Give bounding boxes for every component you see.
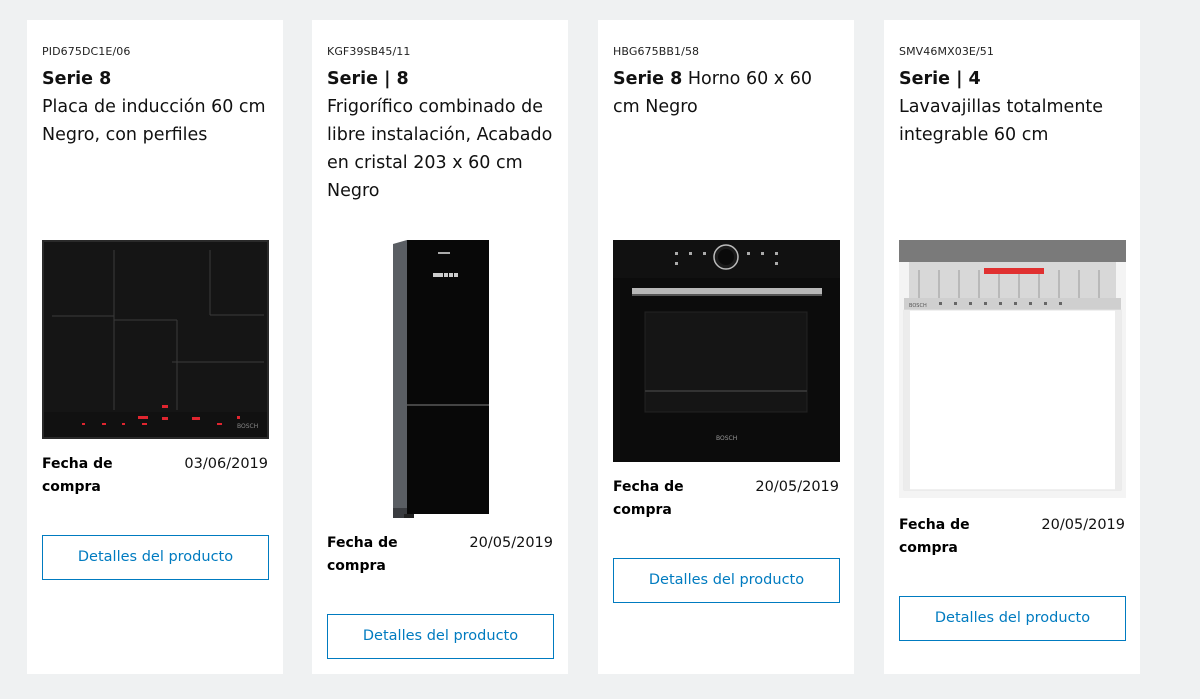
induction-hob-image: BOSCH <box>42 240 269 439</box>
product-title: Serie 8 Placa de inducción 60 cm Negro, … <box>42 65 272 149</box>
product-series: Serie | 4 <box>899 69 981 89</box>
product-title: Serie 8 Horno 60 x 60 cm Negro <box>613 65 843 121</box>
oven-image: BOSCH <box>613 240 840 462</box>
product-details-button[interactable]: Detalles del producto <box>327 614 554 659</box>
svg-text:BOSCH: BOSCH <box>237 423 258 430</box>
product-details-button[interactable]: Detalles del producto <box>613 558 840 603</box>
fridge-freezer-image <box>327 238 554 520</box>
product-sku: SMV46MX03E/51 <box>899 45 994 58</box>
product-card: KGF39SB45/11 Serie | 8 Frigorífico combi… <box>312 20 568 674</box>
product-title: Serie | 4 Lavavajillas totalmente integr… <box>899 65 1129 149</box>
svg-text:BOSCH: BOSCH <box>716 435 737 442</box>
purchase-date-label: Fecha de compra <box>42 456 113 495</box>
product-sku: PID675DC1E/06 <box>42 45 131 58</box>
product-card: SMV46MX03E/51 Serie | 4 Lavavajillas tot… <box>884 20 1140 674</box>
product-series: Serie 8 <box>613 69 683 89</box>
dishwasher-image: BOSCH <box>899 240 1126 498</box>
purchase-date-value: 20/05/2019 <box>1041 517 1125 533</box>
product-sku: HBG675BB1/58 <box>613 45 700 58</box>
product-title: Serie | 8 Frigorífico combinado de libre… <box>327 65 557 205</box>
product-description: Lavavajillas totalmente integrable 60 cm <box>899 97 1104 145</box>
purchase-date-value: 20/05/2019 <box>755 479 839 495</box>
product-sku: KGF39SB45/11 <box>327 45 411 58</box>
product-series: Serie | 8 <box>327 69 409 89</box>
product-card: HBG675BB1/58 Serie 8 Horno 60 x 60 cm Ne… <box>598 20 854 674</box>
purchase-date-label: Fecha de compra <box>327 535 398 574</box>
product-card: PID675DC1E/06 Serie 8 Placa de inducción… <box>27 20 283 674</box>
product-description: Placa de inducción 60 cm Negro, con perf… <box>42 97 266 145</box>
product-details-button[interactable]: Detalles del producto <box>899 596 1126 641</box>
svg-text:BOSCH: BOSCH <box>909 303 927 309</box>
purchase-date-value: 20/05/2019 <box>469 535 553 551</box>
product-description: Frigorífico combinado de libre instalaci… <box>327 97 553 201</box>
product-details-button[interactable]: Detalles del producto <box>42 535 269 580</box>
purchase-date-value: 03/06/2019 <box>184 456 268 472</box>
product-series: Serie 8 <box>42 69 112 89</box>
purchase-date-label: Fecha de compra <box>613 479 684 518</box>
purchase-date-label: Fecha de compra <box>899 517 970 556</box>
